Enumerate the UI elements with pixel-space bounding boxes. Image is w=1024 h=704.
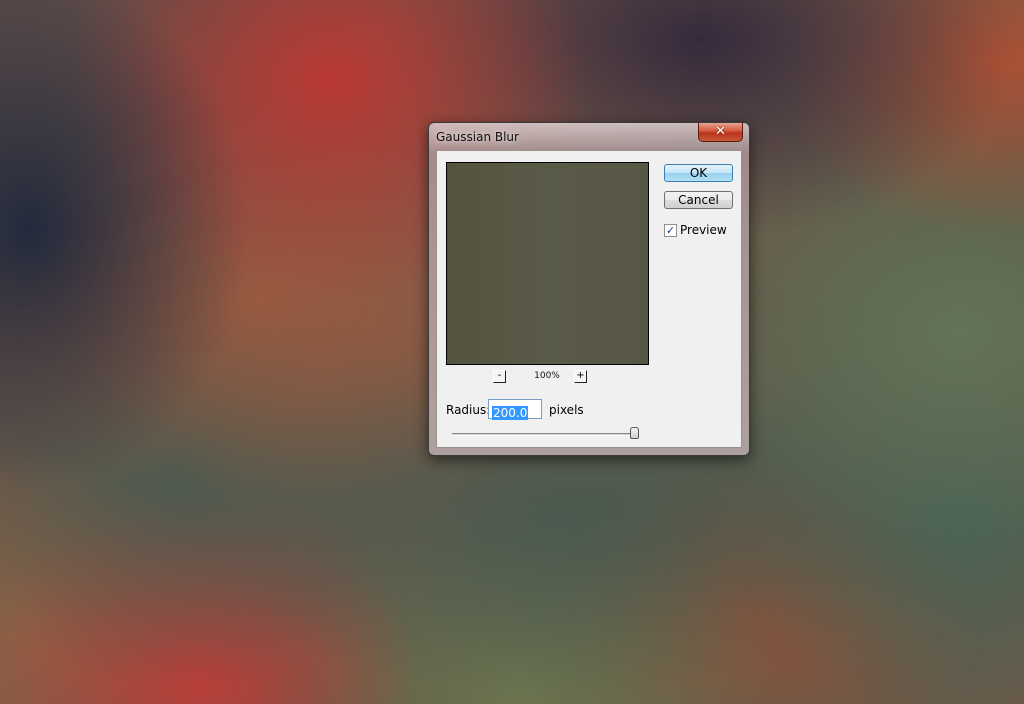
preview-checkbox-label[interactable]: Preview (680, 223, 727, 237)
close-icon: ✕ (715, 124, 726, 139)
close-button[interactable]: ✕ (698, 123, 743, 142)
dialog-titlebar[interactable]: Gaussian Blur ✕ (429, 123, 749, 149)
radius-value: 200.0 (492, 406, 529, 420)
check-icon: ✓ (665, 224, 676, 237)
radius-units-label: pixels (549, 403, 584, 417)
radius-slider-track[interactable] (452, 433, 638, 436)
zoom-out-icon: - (497, 370, 502, 381)
gaussian-blur-dialog: Gaussian Blur ✕ - 100% + OK Cancel ✓ Pre… (428, 122, 750, 456)
preview-pane[interactable] (446, 162, 649, 365)
preview-checkbox[interactable]: ✓ (664, 224, 677, 237)
radius-slider-thumb[interactable] (629, 427, 639, 439)
zoom-in-button[interactable]: + (574, 370, 587, 383)
cancel-button[interactable]: Cancel (664, 191, 733, 209)
zoom-level: 100% (534, 371, 560, 381)
radius-input[interactable]: 200.0 (488, 399, 542, 420)
zoom-in-icon: + (576, 370, 585, 381)
ok-button[interactable]: OK (664, 164, 733, 182)
zoom-out-button[interactable]: - (493, 370, 506, 383)
dialog-client-area: - 100% + OK Cancel ✓ Preview Radius: 200… (436, 150, 742, 448)
radius-label: Radius: (446, 403, 491, 417)
dialog-title: Gaussian Blur (436, 130, 519, 144)
